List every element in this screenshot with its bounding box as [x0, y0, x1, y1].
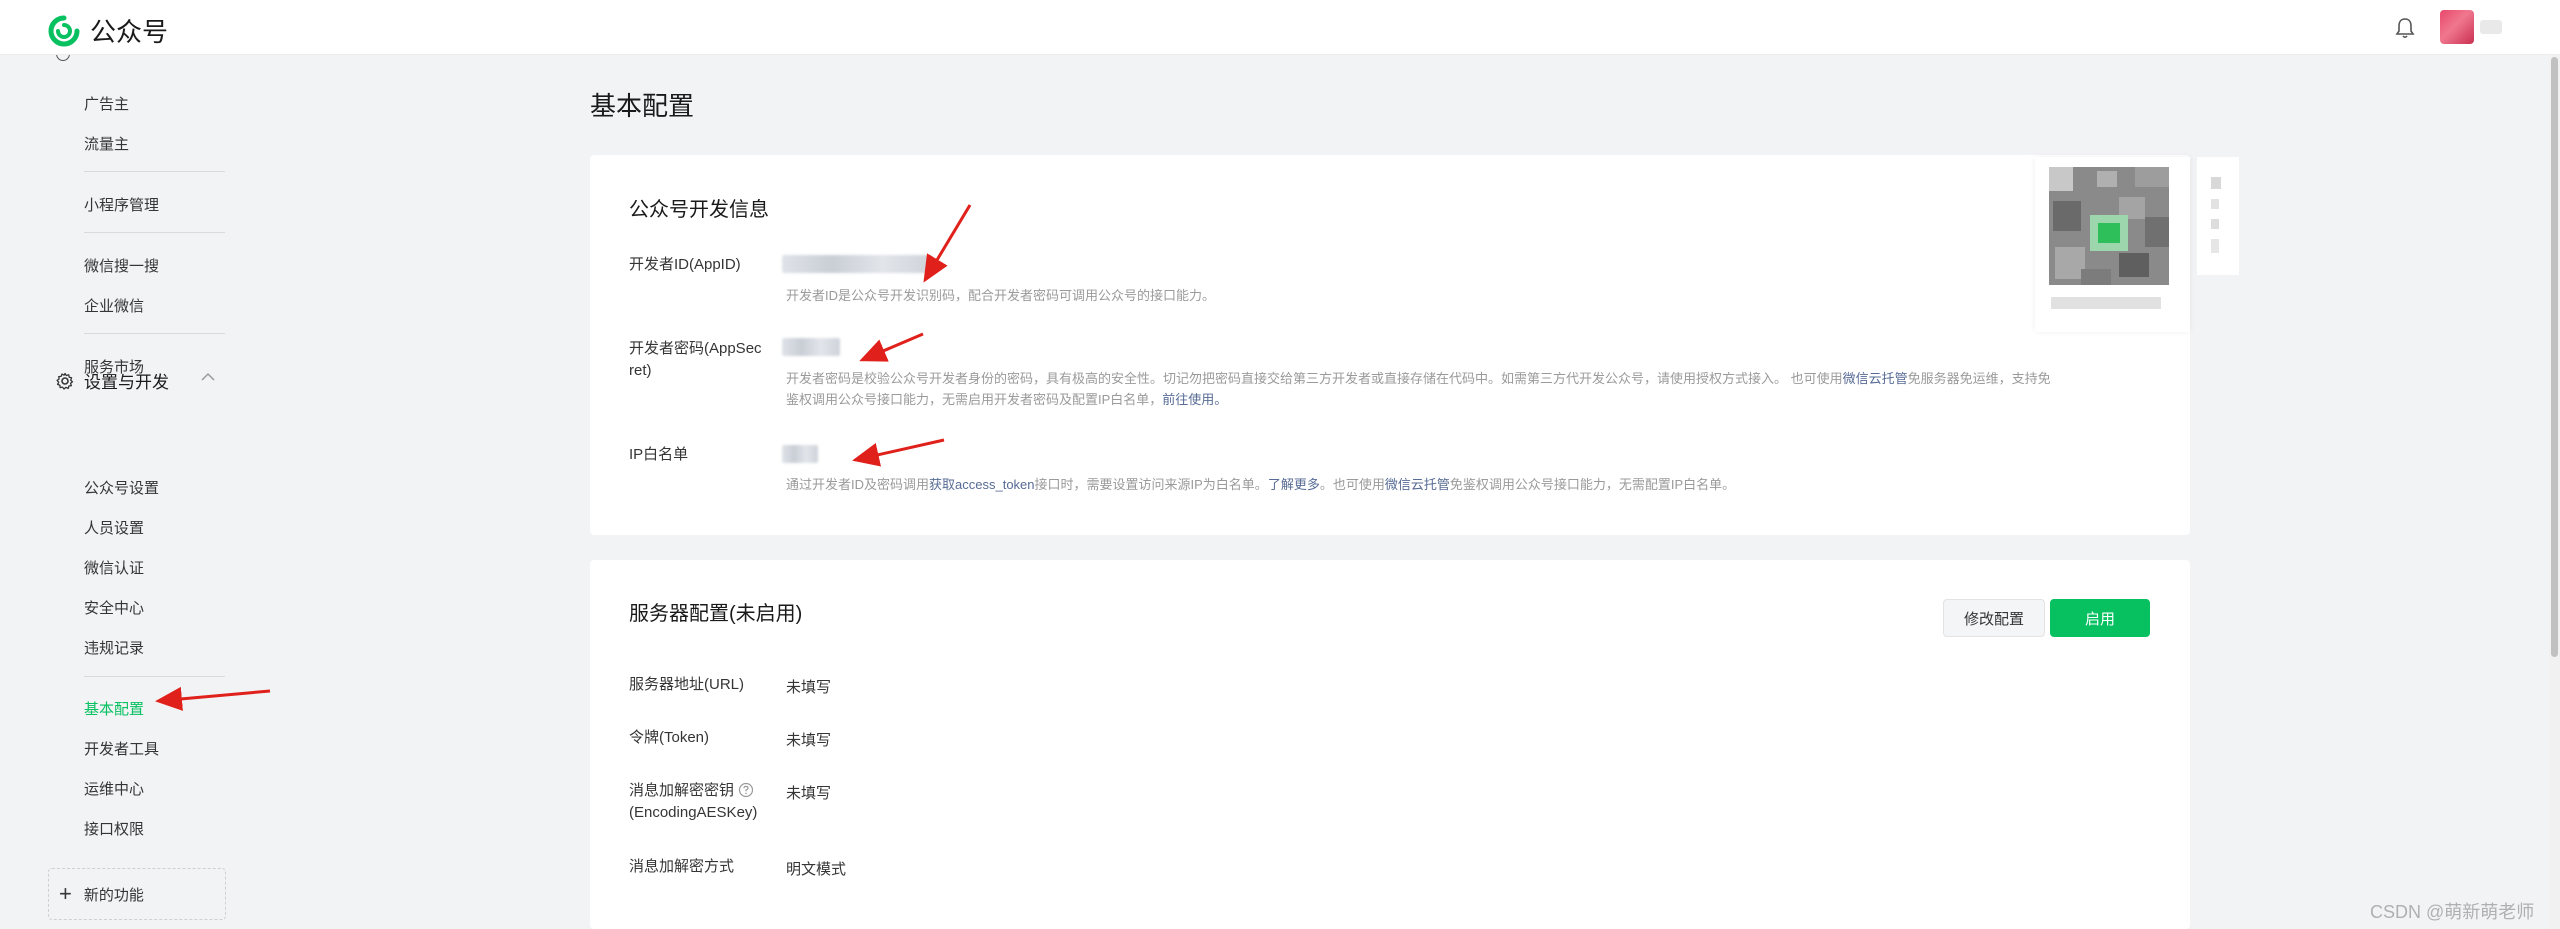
secret-desc-text: 鉴权调用公众号接口能力，无需启用开发者密码及配置IP白名单，	[786, 392, 1163, 407]
gear-icon	[56, 372, 74, 390]
aes-key-value: 未填写	[786, 785, 832, 802]
ip-desc-text: 通过开发者ID及密码调用	[786, 477, 930, 492]
sidebar-item-member-settings[interactable]: 人员设置	[84, 517, 144, 538]
new-function-label: 新的功能	[83, 886, 144, 904]
sidebar-divider	[84, 333, 225, 334]
scrollbar-thumb[interactable]	[2551, 57, 2558, 657]
partial-group-header	[56, 55, 166, 61]
sidebar-item-ops-center[interactable]: 运维中心	[84, 778, 144, 799]
help-icon[interactable]	[738, 782, 754, 798]
sidebar-item-api-permissions[interactable]: 接口权限	[84, 818, 144, 839]
qr-side-panel	[2197, 157, 2239, 275]
server-url-value: 未填写	[786, 679, 832, 696]
logo[interactable]: 公众号	[48, 12, 168, 49]
appid-description: 开发者ID是公众号开发识别码，配合开发者密码可调用公众号的接口能力。	[786, 288, 1216, 303]
secret-description: 开发者密码是校验公众号开发者身份的密码，具有极高的安全性。切记勿把密码直接交给第…	[786, 368, 2051, 410]
sidebar-divider	[84, 171, 225, 172]
secret-desc-text: 免服务器免运维，支持免	[1907, 371, 2051, 386]
sidebar-group-label: 设置与开发	[84, 373, 169, 392]
sidebar-group-settings[interactable]: 设置与开发	[56, 368, 169, 393]
app-title: 公众号	[90, 17, 169, 47]
ip-whitelist-label: IP白名单	[629, 446, 689, 463]
qr-code-panel	[2035, 157, 2190, 332]
sidebar-item-security[interactable]: 安全中心	[84, 597, 144, 618]
new-function-button[interactable]: + 新的功能	[48, 868, 226, 920]
enable-button[interactable]: 启用	[2050, 599, 2150, 637]
ip-desc-text: 。也可使用	[1319, 477, 1385, 492]
encryption-mode-label: 消息加解密方式	[629, 858, 735, 875]
ip-whitelist-value-blurred[interactable]	[782, 445, 818, 463]
secret-value-blurred[interactable]	[782, 338, 840, 356]
aes-key-label: 消息加解密密钥 (EncodingAESKey)	[629, 780, 757, 824]
token-label: 令牌(Token)	[629, 729, 710, 746]
aes-key-label-line1: 消息加解密密钥	[629, 782, 735, 799]
cloud-hosting-link[interactable]: 微信云托管	[1385, 477, 1450, 492]
page-title: 基本配置	[590, 91, 695, 121]
sidebar-item-advertiser[interactable]: 广告主	[84, 93, 129, 114]
learn-more-link[interactable]: 了解更多	[1268, 477, 1320, 492]
ip-whitelist-description: 通过开发者ID及密码调用获取access_token接口时，需要设置访问来源IP…	[786, 474, 1735, 495]
aes-key-label-line2: (EncodingAESKey)	[629, 804, 758, 821]
logo-icon	[48, 15, 80, 46]
qr-code-image[interactable]	[2035, 157, 2190, 332]
chevron-up-icon[interactable]	[200, 371, 216, 383]
dev-info-title: 公众号开发信息	[629, 199, 769, 221]
ip-desc-text: 免鉴权调用公众号接口能力，无需配置IP白名单。	[1449, 477, 1736, 492]
sidebar-item-account-settings[interactable]: 公众号设置	[84, 477, 159, 498]
sidebar-item-dev-tools[interactable]: 开发者工具	[84, 738, 159, 759]
top-bar: 公众号	[0, 0, 2560, 55]
secret-label: 开发者密码(AppSec ret)	[629, 338, 762, 382]
server-config-title: 服务器配置(未启用)	[629, 603, 803, 625]
secret-desc-text: 开发者密码是校验公众号开发者身份的密码，具有极高的安全性。切记勿把密码直接交给第…	[786, 371, 1843, 386]
sidebar-item-violations[interactable]: 违规记录	[84, 637, 144, 658]
server-url-label: 服务器地址(URL)	[629, 676, 744, 693]
encryption-mode-value: 明文模式	[786, 861, 847, 878]
account-name-blurred[interactable]	[2480, 20, 2502, 34]
avatar[interactable]	[2440, 10, 2474, 44]
bell-icon[interactable]	[2391, 14, 2419, 42]
sidebar-item-basic-config[interactable]: 基本配置	[84, 698, 144, 719]
appid-label: 开发者ID(AppID)	[629, 256, 741, 273]
watermark: CSDN @萌新萌老师	[2370, 902, 2535, 922]
appid-value-blurred[interactable]	[782, 255, 932, 273]
go-use-link[interactable]: 前往使用。	[1162, 392, 1227, 407]
cloud-hosting-link[interactable]: 微信云托管	[1843, 371, 1908, 386]
ip-desc-text: 接口时，需要设置访问来源IP为白名单。	[1034, 477, 1268, 492]
access-token-link[interactable]: 获取access_token	[929, 477, 1035, 492]
token-value: 未填写	[786, 732, 832, 749]
sidebar-item-wecom[interactable]: 企业微信	[84, 295, 144, 316]
sidebar-divider	[84, 676, 225, 677]
sidebar-item-wechat-search[interactable]: 微信搜一搜	[84, 255, 159, 276]
modify-config-button[interactable]: 修改配置	[1943, 599, 2045, 637]
plus-icon: +	[59, 881, 72, 906]
sidebar-divider	[84, 232, 225, 233]
sidebar-item-miniprogram[interactable]: 小程序管理	[84, 194, 159, 215]
sidebar-item-wechat-verify[interactable]: 微信认证	[84, 557, 144, 578]
sidebar-item-publisher[interactable]: 流量主	[84, 133, 129, 154]
secret-label-line2: ret)	[629, 362, 652, 379]
secret-label-line1: 开发者密码(AppSec	[629, 340, 762, 357]
